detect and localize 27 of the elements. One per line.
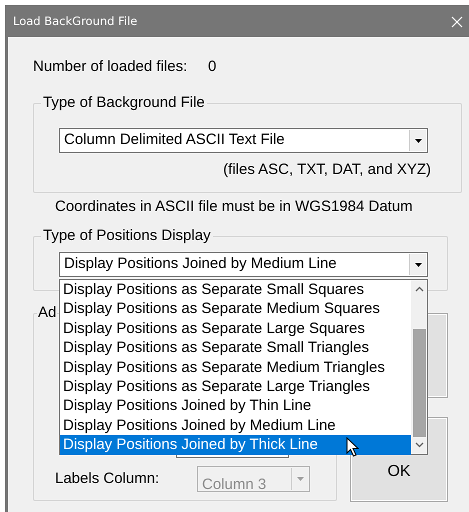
datum-note: Coordinates in ASCII file must be in WGS1984 Datum [55,198,413,215]
scroll-down-icon[interactable] [414,442,424,448]
labels-column-label: Labels Column: [55,469,160,489]
group-title: Type of Background File [41,94,207,112]
file-type-combo[interactable]: Column Delimited ASCII Text File [59,128,428,153]
window-title: Load BackGround File [13,13,138,30]
dropdown-arrow-icon [414,138,422,142]
display-type-combo[interactable]: Display Positions Joined by Medium Line [59,252,428,277]
dropdown-option[interactable]: Display Positions as Separate Medium Triangles [60,358,411,377]
files-count-label: Number of loaded files: [33,58,188,76]
file-types-note: (files ASC, TXT, DAT, and XYZ) [223,161,431,178]
dropdown-option[interactable]: Display Positions as Separate Large Squares [60,318,411,338]
dropdown-option[interactable]: Display Positions Joined by Thin Line [60,396,411,416]
close-icon[interactable] [451,16,463,28]
scrollbar[interactable] [411,280,427,454]
files-count-value: 0 [208,58,216,76]
dropdown-option[interactable]: Display Positions as Separate Small Triangles [60,338,411,358]
dropdown-option[interactable]: Display Positions as Separate Small Squares [60,280,411,300]
group-title: Type of Positions Display [41,227,213,245]
dropdown-option[interactable]: Display Positions as Separate Medium Squares [60,299,411,319]
mouse-cursor-icon [346,437,359,457]
dropdown-option[interactable]: Display Positions Joined by Thick Line [60,435,411,455]
scroll-up-icon[interactable] [414,286,424,292]
dropdown-arrow-icon [296,477,304,481]
dropdown-option[interactable]: Display Positions as Separate Large Triangles [60,376,411,396]
scroll-thumb[interactable] [412,329,426,437]
dropdown-arrow-icon [414,262,422,266]
